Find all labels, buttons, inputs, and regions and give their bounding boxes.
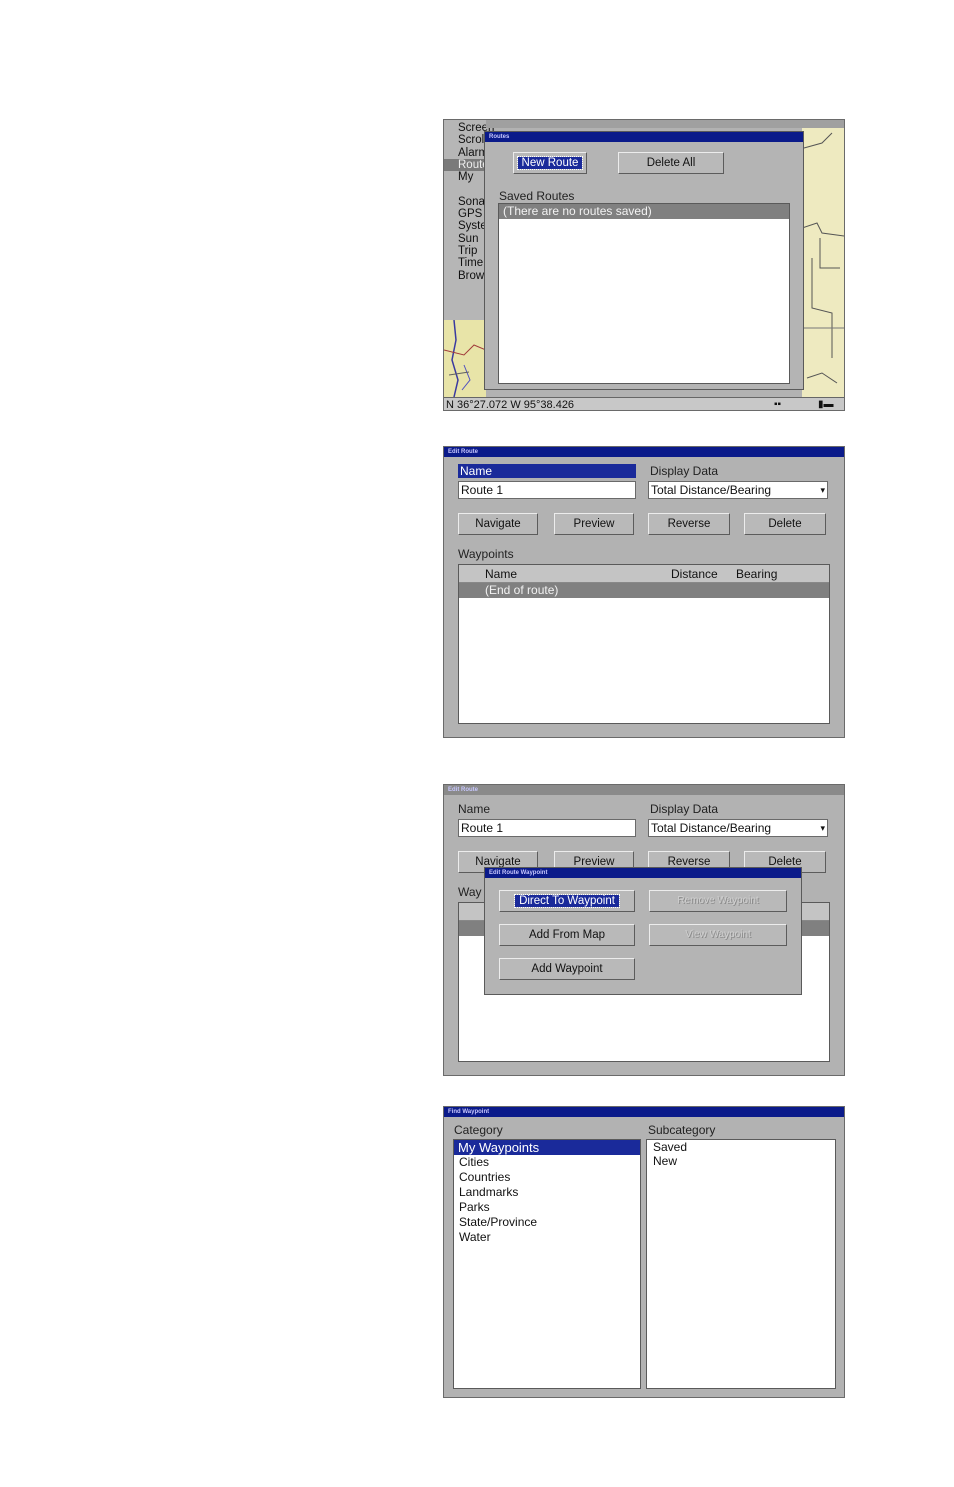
menu-item-sonar[interactable]: Sonar — [458, 196, 489, 208]
waypoints-label: Way — [458, 885, 482, 899]
find-waypoint-screen: Find Waypoint Category Subcategory My Wa… — [443, 1106, 845, 1398]
map-roads-icon — [801, 132, 844, 384]
chevron-down-icon: ▾ — [820, 823, 825, 833]
col-bearing: Bearing — [736, 567, 778, 581]
list-item[interactable]: Countries — [454, 1170, 640, 1185]
navigate-button[interactable]: Navigate — [458, 513, 538, 535]
menu-list: Screen Scroll Alarms Routes My Sonar GPS… — [444, 122, 496, 282]
menu-item-trip[interactable]: Trip — [458, 245, 486, 257]
menu-item-browse[interactable]: Browse — [458, 270, 496, 282]
menu-item-system[interactable]: System — [458, 220, 496, 232]
list-item[interactable]: Parks — [454, 1200, 640, 1215]
menu-item-screen[interactable]: Screen — [458, 122, 494, 134]
dialog-title: Edit Route — [444, 785, 844, 795]
category-list[interactable]: My Waypoints Cities Countries Landmarks … — [453, 1139, 641, 1389]
status-zoom: ▮▬ — [818, 399, 834, 410]
table-row[interactable]: (End of route) — [459, 583, 829, 598]
waypoints-header: Name Distance Bearing — [459, 565, 829, 583]
map-lines-icon — [444, 319, 487, 398]
menu-item-my[interactable]: My — [458, 171, 486, 183]
top-strip — [486, 120, 844, 128]
add-waypoint-button[interactable]: Add Waypoint — [499, 958, 635, 980]
route-name-field[interactable]: Route 1 — [458, 819, 636, 837]
list-item[interactable]: Water — [454, 1230, 640, 1245]
list-item[interactable]: My Waypoints — [454, 1140, 640, 1155]
new-route-label: New Route — [516, 156, 584, 170]
display-data-select[interactable]: Total Distance/Bearing ▾ — [648, 819, 828, 837]
edit-route-waypoint-screen: Edit Route Name Route 1 Display Data Tot… — [443, 784, 845, 1076]
delete-all-button[interactable]: Delete All — [618, 152, 724, 174]
dialog-title: Edit Route — [444, 447, 844, 457]
route-name-field[interactable]: Route 1 — [458, 481, 636, 499]
display-data-label: Display Data — [650, 464, 719, 478]
menu-item-sun[interactable]: Sun — [458, 233, 486, 245]
edit-route-waypoint-popup: Edit Route Waypoint Direct To Waypoint R… — [484, 867, 802, 995]
status-indicators: ▪▪ — [774, 399, 782, 410]
direct-to-waypoint-label: Direct To Waypoint — [514, 894, 620, 908]
dialog-title: Find Waypoint — [444, 1107, 844, 1117]
display-data-label: Display Data — [650, 802, 719, 816]
status-bar: N 36°27.072 W 95°38.426 ▪▪ ▮▬ — [444, 397, 844, 411]
status-position: N 36°27.072 W 95°38.426 — [446, 399, 575, 411]
list-item[interactable]: State/Province — [454, 1215, 640, 1230]
menu-item-gps[interactable]: GPS — [458, 208, 486, 220]
menu-item-scroll[interactable]: Scroll — [458, 134, 487, 146]
remove-waypoint-button[interactable]: Remove Waypoint — [649, 890, 787, 912]
saved-routes-list[interactable]: (There are no routes saved) — [498, 203, 790, 384]
list-item: (There are no routes saved) — [499, 204, 789, 219]
new-route-button[interactable]: New Route — [513, 152, 587, 174]
view-waypoint-button[interactable]: View Waypoint — [649, 924, 787, 946]
dialog-title: Routes — [485, 132, 803, 142]
popup-title: Edit Route Waypoint — [485, 868, 801, 878]
waypoints-label: Waypoints — [458, 547, 514, 561]
chevron-down-icon: ▾ — [820, 485, 825, 495]
display-data-select[interactable]: Total Distance/Bearing ▾ — [648, 481, 828, 499]
menu-divider — [458, 183, 486, 195]
display-data-value: Total Distance/Bearing — [651, 483, 772, 497]
display-data-value: Total Distance/Bearing — [651, 821, 772, 835]
name-label: Name — [458, 802, 491, 816]
subcategory-label: Subcategory — [648, 1123, 716, 1137]
col-distance: Distance — [671, 567, 718, 581]
category-label: Category — [454, 1123, 503, 1137]
add-from-map-button[interactable]: Add From Map — [499, 924, 635, 946]
delete-button[interactable]: Delete — [744, 513, 826, 535]
waypoints-list[interactable]: Name Distance Bearing (End of route) — [458, 564, 830, 724]
list-item[interactable]: Saved — [647, 1140, 835, 1155]
menu-item-alarms[interactable]: Alarms — [458, 147, 494, 159]
col-name: Name — [485, 567, 518, 581]
name-label: Name — [458, 464, 636, 478]
direct-to-waypoint-button[interactable]: Direct To Waypoint — [499, 890, 635, 912]
menu-item-time[interactable]: Time — [458, 257, 486, 269]
map-background — [801, 128, 844, 398]
edit-route-screen: Edit Route Name Route 1 Display Data Tot… — [443, 446, 845, 738]
routes-screen: Screen Scroll Alarms Routes My Sonar GPS… — [443, 119, 845, 411]
list-item[interactable]: Cities — [454, 1155, 640, 1170]
routes-dialog: Routes New Route Delete All Saved Routes… — [484, 131, 804, 390]
list-item[interactable]: Landmarks — [454, 1185, 640, 1200]
list-item[interactable]: New — [647, 1154, 835, 1169]
main-menu-panel: Screen Scroll Alarms Routes My Sonar GPS… — [444, 120, 496, 320]
preview-button[interactable]: Preview — [554, 513, 634, 535]
map-thumbnail — [444, 319, 487, 398]
subcategory-list[interactable]: Saved New — [646, 1139, 836, 1389]
saved-routes-label: Saved Routes — [499, 189, 575, 203]
reverse-button[interactable]: Reverse — [648, 513, 730, 535]
menu-item-routes[interactable]: Routes — [444, 158, 494, 172]
